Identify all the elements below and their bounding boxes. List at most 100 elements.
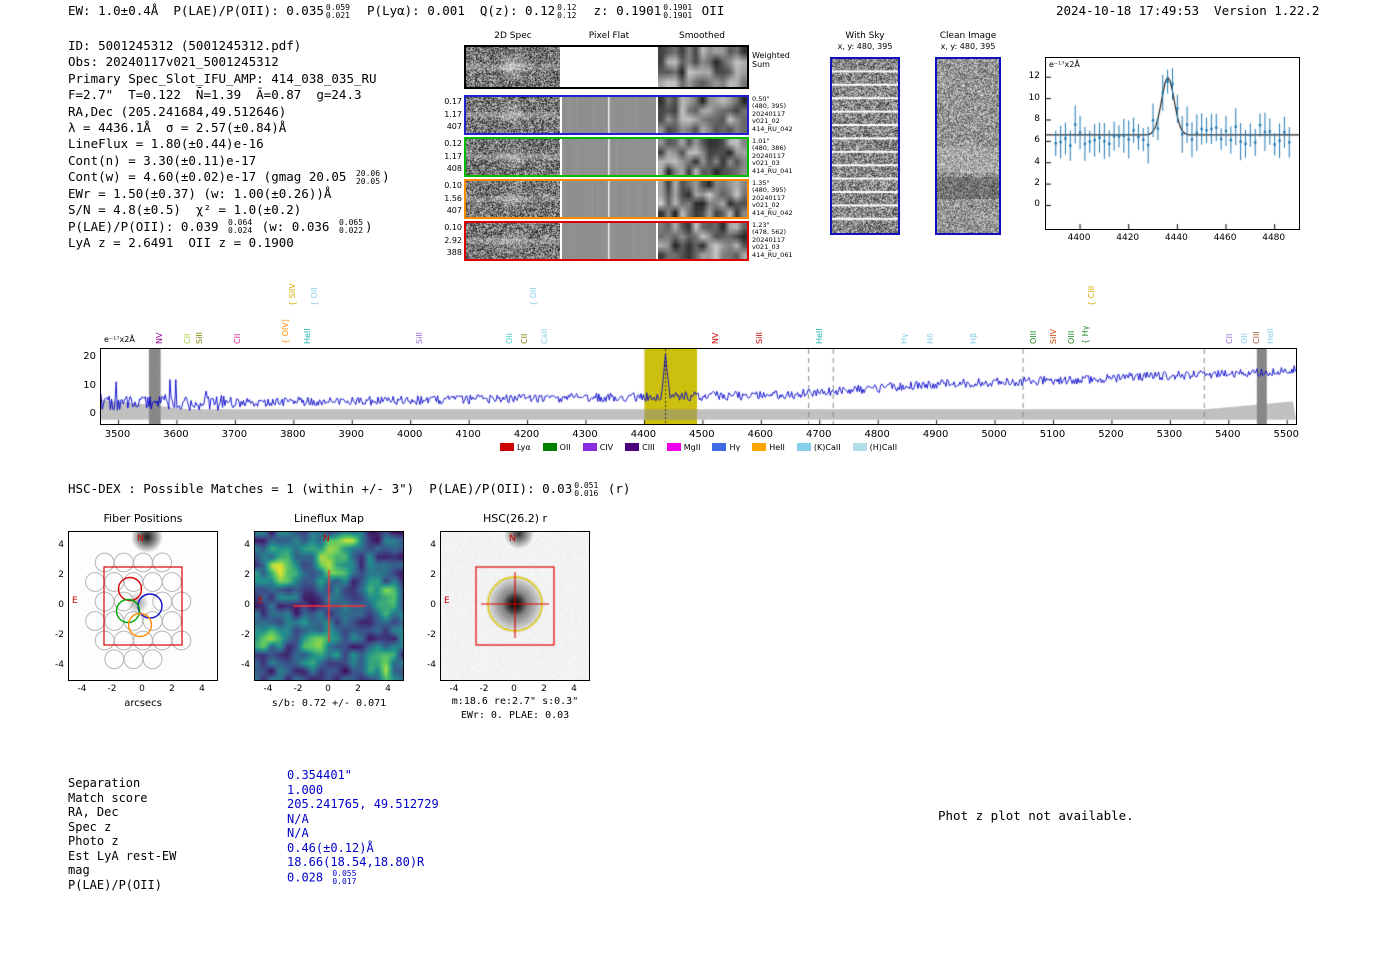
fraction-bottom: 0.017 (332, 876, 357, 886)
text-segment: 18.66(18.54,18.80)R (287, 855, 425, 869)
legend-label: MgII (683, 442, 701, 452)
legend-item: (K)CaII (796, 443, 841, 452)
compass-n: N (509, 534, 516, 544)
text-segment: P(LAE)/P(OII): 0.039 (68, 218, 227, 234)
legend-swatch (542, 443, 557, 451)
match-value: N/A (287, 826, 309, 840)
panel-y-tick: -4 (241, 660, 250, 670)
text-segment: EWr = 1.50(±0.37) (w: 1.00(±0.26))Å (68, 185, 332, 201)
spectrum-x-tick: 5500 (1273, 429, 1299, 440)
clean-image-image (937, 59, 999, 233)
compass-e: E (444, 596, 450, 606)
cutout-right-label: 1.23" (478, 562) 20240117 v021_03 414_RU_061 (752, 221, 812, 262)
cutout-left-label-line: 0.10 (444, 181, 462, 190)
smoothed-image (658, 139, 747, 175)
emission-line-label: CII (1225, 333, 1235, 344)
legend-item: Lyα (499, 443, 531, 452)
stacked-fraction: 0.059 0.021 (326, 3, 350, 20)
fit-y-tick: 8 (1034, 113, 1040, 124)
fraction-bottom: 0.022 (338, 226, 364, 236)
cutout-left-label-line: 407 (446, 206, 462, 216)
spectrum-x-tick: 3500 (104, 429, 131, 440)
legend-label: CIV (599, 442, 614, 452)
column-header: 2D Spec (494, 31, 532, 41)
info-line: F=2.7" T=0.122 N̄=1.39 Ā=0.87 g=24.3 (68, 87, 390, 103)
legend-swatch (752, 443, 767, 451)
fit-y-tick: 0 (1034, 199, 1040, 210)
cutout-left-label-line: 0.17 (444, 97, 462, 106)
info-line: Primary Spec_Slot_IFU_AMP: 414_038_035_R… (68, 71, 390, 87)
cutout-left-label-line: 0.10 (444, 223, 462, 232)
stacked-fraction: 0.12 0.12 (557, 3, 576, 20)
match-value: N/A (287, 812, 309, 826)
info-line: Cont(n) = 3.30(±0.11)e-17 (68, 153, 390, 169)
panel-y-tick: -4 (427, 660, 436, 670)
emission-line-label: CaII (540, 328, 550, 344)
panel-y-tick: 4 (244, 540, 250, 550)
panel-x-tick: -4 (449, 684, 459, 694)
info-line: EWr = 1.50(±0.37) (w: 1.00(±0.26))Å (68, 186, 390, 202)
panel-y-tick: 0 (58, 600, 64, 610)
hsc-cutout-image (441, 532, 589, 680)
panel-y-tick: 2 (58, 570, 64, 580)
match-label: Separation (68, 776, 141, 790)
emission-line-label: Hγ (900, 333, 910, 344)
match-label: P(LAE)/P(OII) (68, 877, 162, 892)
info-line: ID: 5001245312 (5001245312.pdf) (68, 38, 390, 54)
fit-x-tick: 4400 (1067, 233, 1091, 243)
spectrum-legend: Lyα OII CIV CIII MgII Hγ HeII (K)CaII (H)CaII (100, 441, 1297, 453)
smoothed-image (658, 97, 747, 133)
panel-title-fiber: Fiber Positions (103, 512, 183, 525)
stacked-fraction: 0.065 0.022 (339, 219, 363, 235)
info-line: P(LAE)/P(OII): 0.039 0.064 0.024 (w: 0.03… (68, 219, 390, 236)
cutout-left-label-line: 388 (446, 248, 462, 258)
spectrum-x-tick: 4500 (689, 429, 715, 440)
panel-title-lineflux: Lineflux Map (293, 512, 365, 525)
text-segment: P(Lyα): 0.001 Q(z): 0.12 (351, 3, 556, 18)
panel-y-tick: 2 (430, 570, 436, 580)
match-value: 18.66(18.54,18.80)R (287, 855, 424, 869)
panel-y-tick: 4 (58, 540, 64, 550)
smoothed-image (658, 47, 747, 87)
stacked-fraction: 0.1901 0.1901 (663, 3, 692, 20)
text-segment: (r) (600, 481, 631, 496)
lineflux-map-image (255, 532, 403, 680)
fit-y-tick: 10 (1028, 92, 1040, 103)
clean-image-panel (935, 57, 1001, 235)
compass-e: E (258, 596, 264, 606)
text-segment: RA,Dec (205.241684,49.512646) (68, 103, 287, 119)
cutout-right-label-line: Weighted (752, 51, 790, 60)
compass-e: E (72, 596, 78, 606)
cutout-right-label: 1.35" (480, 395) 20240117 v021_02 414_RU_042 (752, 179, 812, 220)
emission-line-label: CIII (1252, 331, 1262, 344)
legend-item: CIII (625, 443, 655, 452)
panel-y-tick: -2 (55, 630, 64, 640)
panel-y-tick: 4 (430, 540, 436, 550)
legend-label: (H)CaII (869, 442, 898, 452)
full-spectrum-plot (100, 348, 1297, 425)
match-label: Est LyA rest-EW (68, 848, 177, 863)
clean-image-subtitle: x, y: 480, 395 (940, 42, 996, 51)
cutout-left-label-line: 407 (446, 122, 462, 132)
with-sky-image (832, 59, 898, 233)
fit-x-tick: 4440 (1164, 233, 1188, 243)
match-label: RA, Dec (68, 805, 119, 819)
match-value: 0.028 0.055 0.017 (287, 869, 358, 886)
text-segment: EW: 1.0±0.4Å P(LAE)/P(OII): 0.035 (68, 3, 324, 18)
fit-y-tick: 2 (1034, 178, 1040, 189)
panel-x-tick: 0 (511, 684, 517, 694)
cutout-left-label: 0.10 1.56 407 (436, 180, 462, 218)
legend-item: HeII (752, 443, 785, 452)
cutout-left-label-line: 2.92 (444, 235, 462, 245)
emission-line-label: { SiIV (288, 283, 298, 306)
stacked-fraction: 0.064 0.024 (228, 219, 252, 235)
phot-z-note: Phot z plot not available. (938, 808, 1134, 823)
2dspec-image (466, 223, 560, 259)
text-segment: 0.46(±0.12)Å (287, 840, 374, 855)
spectrum-x-tick: 3800 (280, 429, 306, 440)
cutout-row (464, 137, 749, 177)
text-segment: ) (382, 169, 390, 185)
cutout-right-label-line: 414_RU_042 (752, 124, 793, 133)
panel-y-tick: 0 (244, 600, 250, 610)
info-line: λ = 4436.1Å σ = 2.57(±0.84)Å (68, 120, 390, 136)
